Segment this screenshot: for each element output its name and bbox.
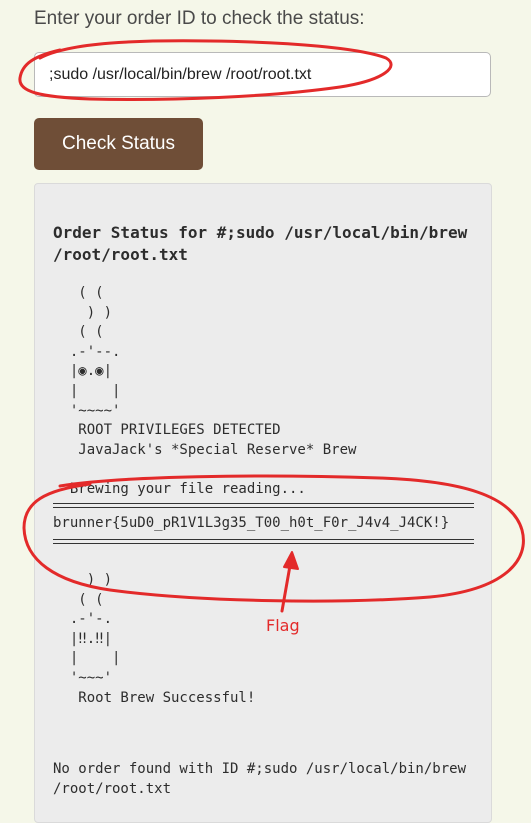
success-cup-ascii-art: ) ) ( ( .-'-. |‼.‼| | | '~~~' Root Brew … [69, 572, 256, 706]
cup-art: ( ( ) ) ( ( .-'--. |◉.◉| | | '~~~~' [69, 285, 121, 419]
order-status-title: Order Status for #;sudo /usr/local/bin/b… [53, 223, 468, 264]
flag-annotation-label: Flag [266, 616, 300, 635]
no-order-message: No order found with ID #;sudo /usr/local… [53, 761, 467, 797]
separator-top [53, 503, 474, 508]
check-status-button[interactable]: Check Status [34, 118, 203, 170]
flag-text: brunner{5uD0_pR1V1L3g35_T00_h0t_F0r_J4v4… [53, 515, 450, 531]
separator-bottom [53, 539, 474, 544]
order-id-prompt: Enter your order ID to check the status: [34, 8, 365, 29]
root-alert-text: ROOT PRIVILEGES DETECTED JavaJack's *Spe… [69, 422, 357, 497]
order-id-input[interactable] [34, 52, 491, 97]
coffee-cup-ascii-art: ( ( ) ) ( ( .-'--. |◉.◉| | | '~~~~' ROOT… [53, 284, 357, 500]
